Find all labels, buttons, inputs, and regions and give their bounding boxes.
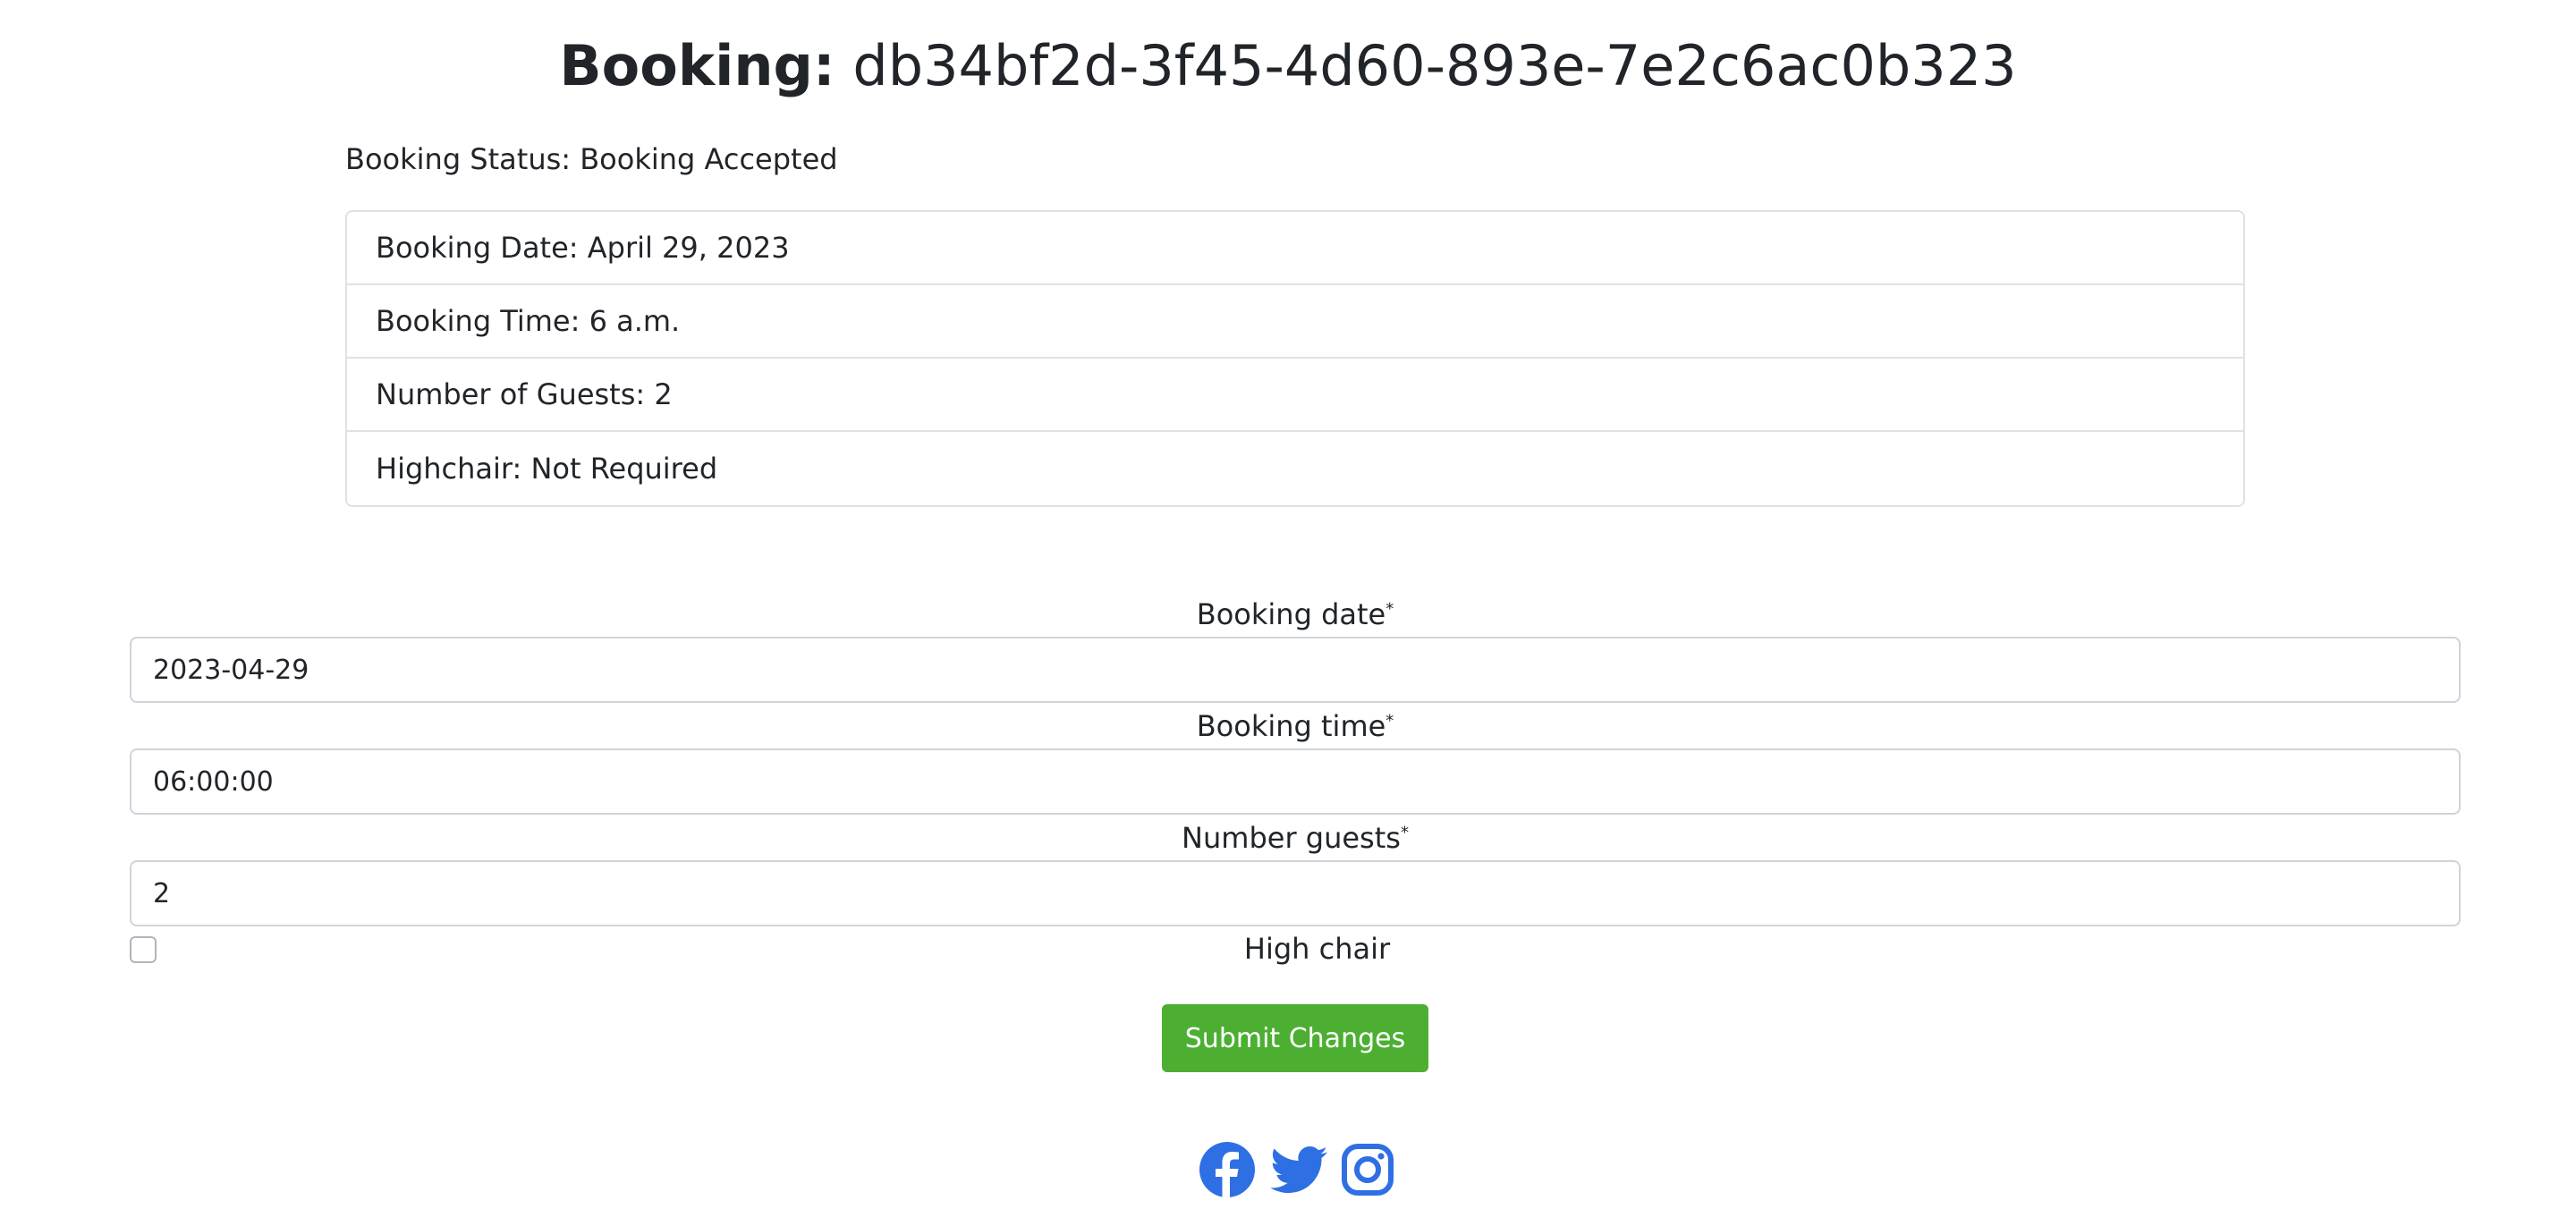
detail-booking-time: Booking Time: 6 a.m. [347, 285, 2243, 359]
number-guests-input[interactable] [130, 860, 2461, 926]
instagram-link[interactable] [1342, 1144, 1394, 1196]
booking-id: db34bf2d-3f45-4d60-893e-7e2c6ac0b323 [852, 33, 2017, 98]
booking-date-label-text: Booking date [1196, 597, 1386, 631]
booking-time-label-text: Booking time [1196, 709, 1386, 743]
booking-status: Booking Status: Booking Accepted [345, 142, 838, 176]
required-mark: * [1385, 711, 1394, 731]
booking-time-input[interactable] [130, 748, 2461, 815]
twitter-link[interactable] [1270, 1145, 1327, 1195]
required-mark: * [1385, 599, 1394, 619]
submit-changes-button[interactable]: Submit Changes [1162, 1004, 1428, 1072]
facebook-link[interactable] [1199, 1141, 1256, 1198]
number-guests-label-text: Number guests [1182, 821, 1401, 855]
booking-date-label: Booking date* [0, 593, 2576, 636]
booking-time-label: Booking time* [0, 705, 2576, 748]
required-mark: * [1400, 823, 1409, 842]
booking-details-list: Booking Date: April 29, 2023 Booking Tim… [345, 210, 2245, 507]
title-prefix: Booking: [559, 33, 835, 98]
facebook-icon [1199, 1142, 1255, 1198]
instagram-icon [1342, 1144, 1394, 1196]
high-chair-label: High chair [1243, 932, 1391, 966]
social-links [1199, 1141, 1394, 1198]
booking-date-input[interactable] [130, 637, 2461, 703]
high-chair-checkbox[interactable] [130, 936, 157, 963]
detail-highchair: Highchair: Not Required [376, 452, 718, 486]
detail-number-of-guests: Number of Guests: 2 [347, 359, 2243, 432]
number-guests-label: Number guests* [0, 816, 2576, 859]
page-title: Booking: db34bf2d-3f45-4d60-893e-7e2c6ac… [0, 27, 2576, 106]
twitter-icon [1270, 1146, 1327, 1193]
booking-page: Booking: db34bf2d-3f45-4d60-893e-7e2c6ac… [0, 0, 2576, 1209]
detail-booking-date: Booking Date: April 29, 2023 [347, 212, 2243, 285]
